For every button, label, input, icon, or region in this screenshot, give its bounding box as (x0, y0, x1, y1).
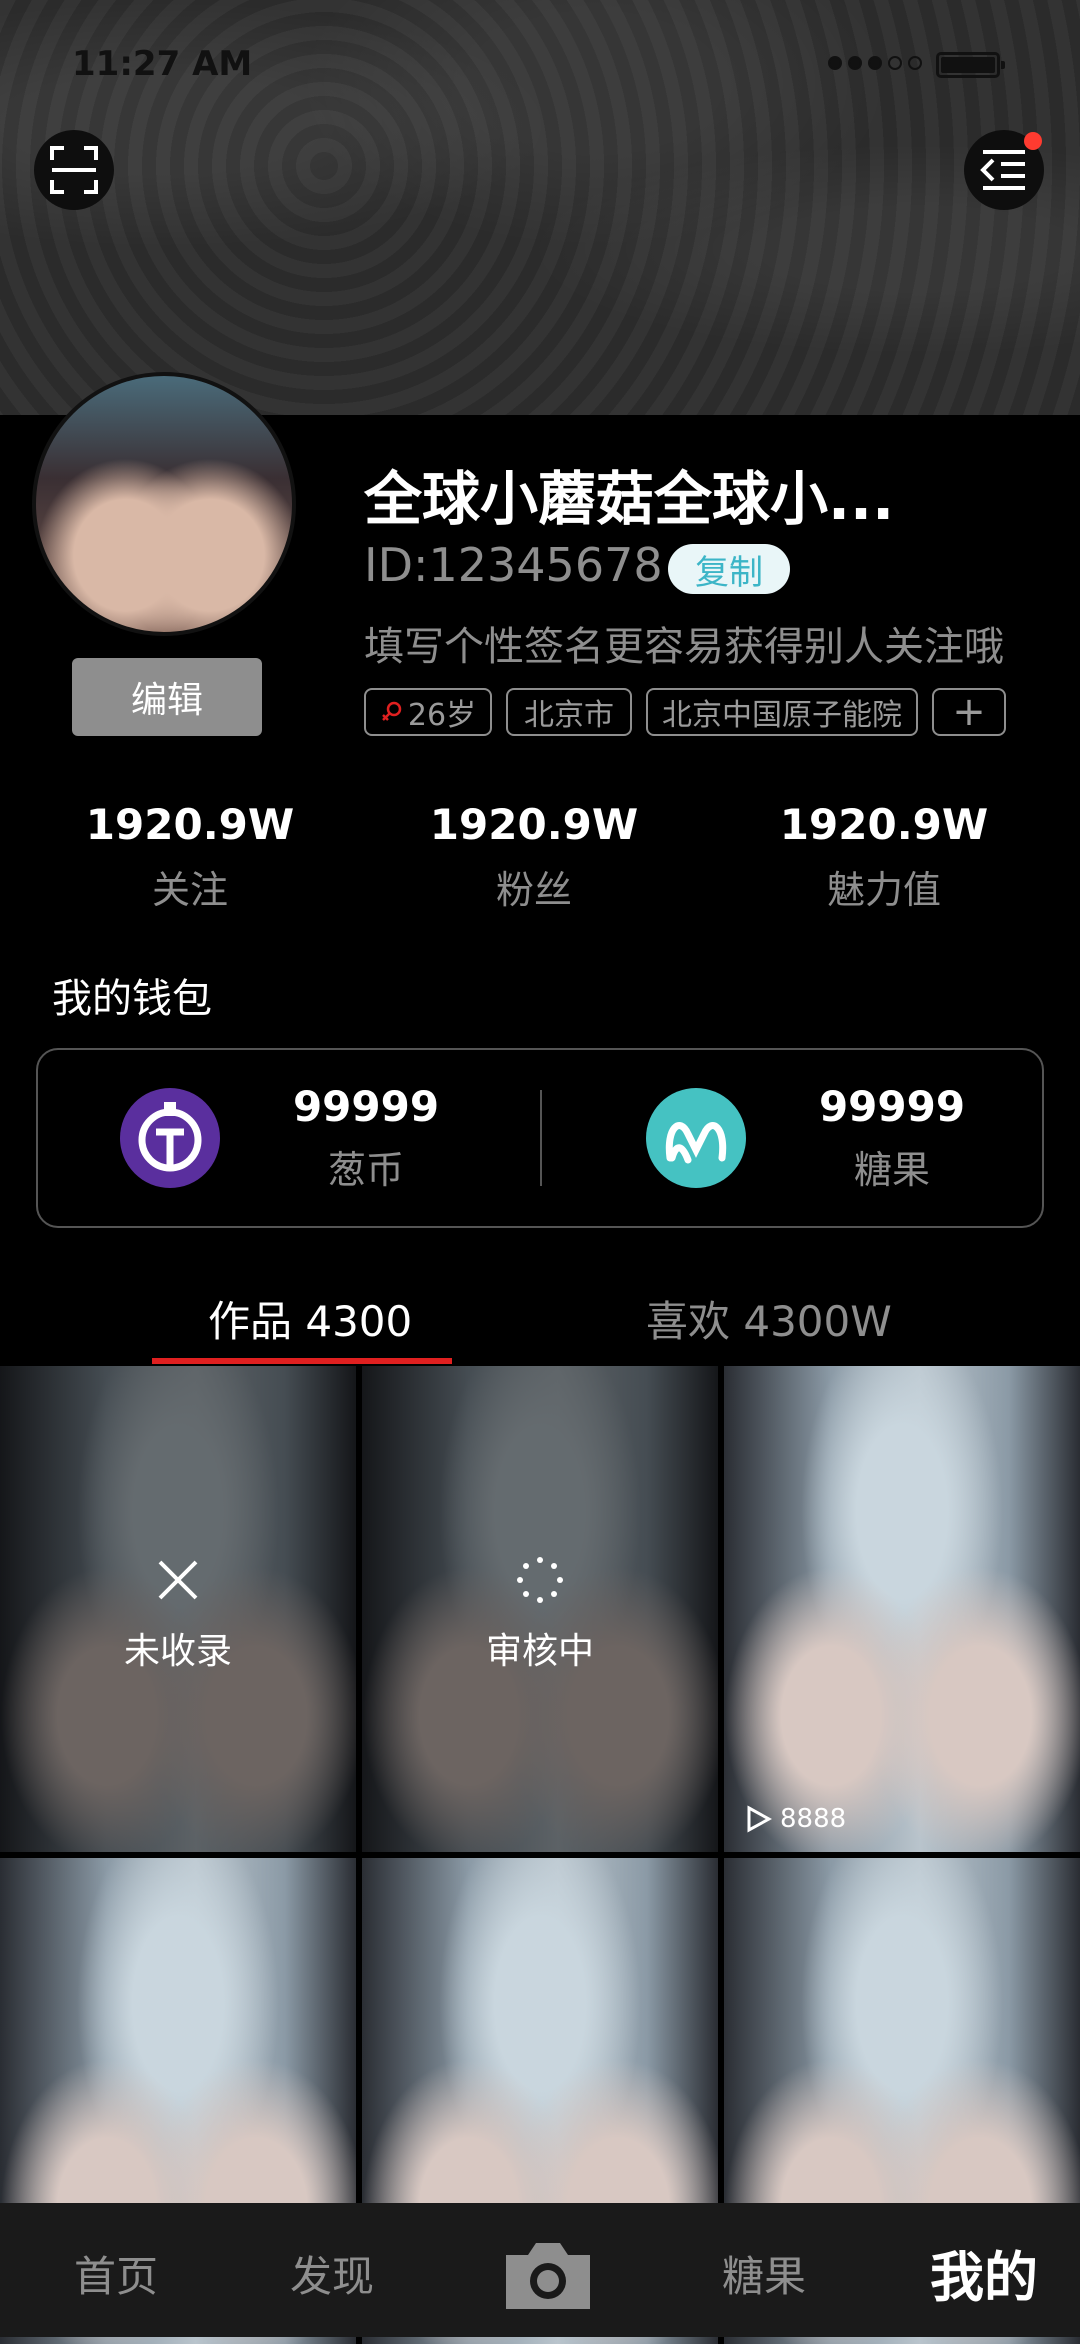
age-tag[interactable]: 26岁 (364, 688, 492, 736)
avatar[interactable] (32, 372, 296, 636)
edit-profile-button[interactable]: 编辑 (72, 658, 262, 736)
candy-label: 糖果 (853, 1148, 930, 1192)
notification-dot (1024, 132, 1042, 150)
tab-active-indicator (152, 1358, 452, 1364)
fans-count: 1920.9W (429, 800, 639, 849)
candy-icon[interactable] (646, 1088, 746, 1188)
play-count: 8888 (746, 1804, 846, 1834)
bio[interactable]: 填写个性签名更容易获得别人关注哦 (364, 614, 1004, 672)
menu-icon (980, 150, 1025, 190)
cong-coin-value: 99999 (292, 1082, 440, 1131)
bottom-nav: 首页 发现 糖果 我的 (0, 2203, 1080, 2337)
nav-discover[interactable]: 发现 (290, 2243, 374, 2304)
tab-likes[interactable]: 喜欢 4300W (646, 1288, 892, 1349)
school-tag[interactable]: 北京中国原子能院 (646, 688, 918, 736)
grid-item[interactable]: 8888 (724, 1366, 1080, 1852)
play-count-value: 8888 (780, 1804, 847, 1834)
candy-balance[interactable]: 99999 糖果 (792, 1082, 992, 1194)
scan-button[interactable] (34, 130, 114, 210)
nav-home[interactable]: 首页 (74, 2243, 158, 2304)
signal-strength-icon (828, 56, 922, 70)
cong-coin-icon[interactable] (120, 1088, 220, 1188)
nav-mine[interactable]: 我的 (930, 2233, 1038, 2312)
grid-item[interactable]: 未收录 (0, 1366, 356, 1852)
tab-works[interactable]: 作品 4300 (208, 1288, 412, 1349)
status-bar: 11:27 AM (0, 0, 1080, 120)
grid-item[interactable]: 审核中 (362, 1366, 718, 1852)
wallet-title: 我的钱包 (52, 976, 212, 1022)
close-icon (158, 1560, 198, 1600)
charm-label: 魅力值 (826, 868, 941, 912)
unrecorded-status: 未收录 (123, 1631, 232, 1672)
fans-stat[interactable]: 1920.9W 粉丝 (404, 800, 664, 914)
female-icon (382, 701, 402, 721)
city-tag[interactable]: 北京市 (506, 688, 632, 736)
nickname: 全球小蘑菇全球小... (364, 465, 895, 533)
loading-icon (517, 1557, 563, 1603)
add-tag-button[interactable]: + (932, 688, 1006, 736)
following-stat[interactable]: 1920.9W 关注 (60, 800, 320, 914)
battery-icon (936, 52, 1005, 78)
cong-coin-balance[interactable]: 99999 葱币 (266, 1082, 466, 1194)
unrecorded-overlay: 未收录 (0, 1556, 356, 1674)
status-time: 11:27 AM (72, 44, 253, 84)
charm-stat[interactable]: 1920.9W 魅力值 (754, 800, 1014, 914)
play-icon (747, 1805, 772, 1833)
wallet-divider (540, 1090, 542, 1186)
following-label: 关注 (151, 868, 228, 912)
user-id: ID:12345678 (364, 538, 663, 592)
candy-value: 99999 (818, 1082, 966, 1131)
scan-icon (50, 146, 98, 194)
age-tag-label: 26岁 (407, 698, 477, 733)
nav-candy[interactable]: 糖果 (722, 2243, 806, 2304)
reviewing-status: 审核中 (485, 1631, 594, 1672)
fans-label: 粉丝 (495, 868, 572, 912)
reviewing-overlay: 审核中 (362, 1556, 718, 1674)
cong-coin-label: 葱币 (327, 1148, 404, 1192)
camera-icon[interactable] (500, 2237, 596, 2313)
copy-id-button[interactable]: 复制 (668, 544, 790, 594)
following-count: 1920.9W (85, 800, 295, 849)
charm-value: 1920.9W (779, 800, 989, 849)
